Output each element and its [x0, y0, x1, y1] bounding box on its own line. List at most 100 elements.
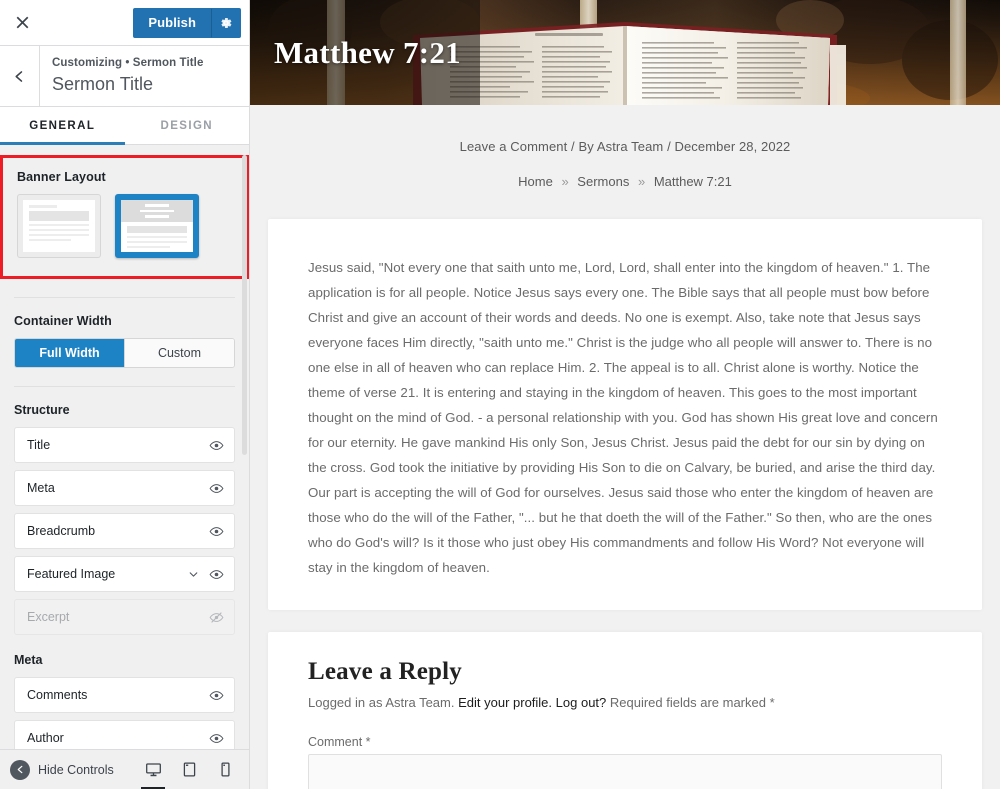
eye-off-icon[interactable]	[209, 610, 224, 625]
close-icon[interactable]	[0, 0, 45, 45]
tab-design[interactable]: DESIGN	[125, 107, 250, 144]
structure-item-label: Title	[27, 438, 51, 452]
desktop-preview-icon[interactable]	[139, 755, 167, 789]
thumb-title-bar	[29, 205, 57, 208]
eye-icon[interactable]	[209, 567, 224, 582]
thumb-line	[127, 246, 171, 248]
eye-icon[interactable]	[209, 731, 224, 746]
hide-controls-label: Hide Controls	[38, 762, 114, 777]
thumb-line	[127, 241, 187, 243]
banner-layout-options	[17, 194, 232, 258]
thumb-hero-line	[139, 209, 175, 213]
divider	[14, 386, 235, 387]
meta-item-author[interactable]: Author	[14, 720, 235, 749]
customizer-sidebar: Publish Customizing • Sermon Title Sermo…	[0, 0, 250, 789]
structure-item-label: Featured Image	[27, 567, 116, 581]
thumb-line	[29, 224, 89, 226]
banner-layout-option-1[interactable]	[17, 194, 101, 258]
publish-button[interactable]: Publish	[133, 7, 211, 38]
structure-item-label: Excerpt	[27, 610, 70, 624]
meta-section-label: Meta	[14, 653, 43, 667]
breadcrumb-current: Matthew 7:21	[653, 174, 732, 189]
banner-layout-option-2[interactable]	[115, 194, 199, 258]
panel-tabs: GENERAL DESIGN	[0, 107, 249, 145]
meta-item-label: Comments	[27, 688, 88, 702]
banner-layout-highlight: Banner Layout	[0, 155, 249, 279]
breadcrumb-separator: »	[637, 174, 646, 189]
comment-field-label: Comment *	[308, 735, 371, 749]
thumb-line	[29, 229, 89, 231]
breadcrumb-separator: »	[561, 174, 569, 189]
publish-group: Publish	[133, 7, 241, 39]
breadcrumb-sermons[interactable]: Sermons	[577, 174, 629, 189]
tab-general[interactable]: GENERAL	[0, 107, 125, 145]
tablet-preview-icon[interactable]	[175, 755, 203, 785]
eye-icon[interactable]	[209, 524, 224, 539]
thumb-line	[29, 234, 89, 236]
comment-textarea[interactable]	[308, 754, 942, 789]
chevron-left-icon[interactable]	[0, 46, 40, 106]
gear-icon[interactable]	[211, 7, 241, 38]
customizer-topbar: Publish	[0, 0, 249, 46]
panel-title-group: Customizing • Sermon Title Sermon Title	[40, 46, 203, 106]
structure-item-label: Breadcrumb	[27, 524, 96, 538]
structure-section-label: Structure	[14, 403, 70, 417]
thumb-line	[29, 239, 71, 241]
eye-icon[interactable]	[209, 688, 224, 703]
layout-thumb-2	[121, 200, 193, 252]
container-width-full[interactable]: Full Width	[15, 339, 125, 367]
edit-profile-link[interactable]: Edit your profile.	[458, 695, 552, 710]
sidebar-scroll-area: Banner Layout Container Width Full Width…	[0, 145, 249, 749]
page-title: Sermon Title	[52, 74, 154, 94]
meta-item-comments[interactable]: Comments	[14, 677, 235, 713]
mobile-preview-icon[interactable]	[211, 755, 239, 785]
thumb-block	[127, 226, 187, 233]
breadcrumb: Customizing • Sermon Title	[52, 57, 204, 69]
post-meta-zone: Leave a Comment / By Astra Team / Decemb…	[250, 105, 1000, 219]
breadcrumb-home[interactable]: Home	[518, 174, 553, 189]
article-body: Jesus said, "Not every one that saith un…	[308, 260, 938, 575]
customizer-footer: Hide Controls	[0, 749, 249, 789]
article-card: Jesus said, "Not every one that saith un…	[268, 219, 982, 610]
layout-thumb-1	[23, 200, 95, 252]
meta-item-label: Author	[27, 731, 64, 745]
banner-layout-label: Banner Layout	[17, 170, 106, 184]
eye-icon[interactable]	[209, 481, 224, 496]
eye-icon[interactable]	[209, 438, 224, 453]
device-preview-group	[139, 755, 239, 789]
banner-title: Matthew 7:21	[274, 34, 461, 70]
leave-a-reply-heading: Leave a Reply	[308, 658, 462, 685]
structure-item-title[interactable]: Title	[14, 427, 235, 463]
structure-item-featured-image[interactable]: Featured Image	[14, 556, 235, 592]
site-preview: Matthew 7:21 Leave a Comment / By Astra …	[250, 0, 1000, 789]
customizer-app: Publish Customizing • Sermon Title Sermo…	[0, 0, 1000, 789]
thumb-block	[29, 211, 89, 221]
preview-breadcrumb: Home » Sermons » Matthew 7:21	[250, 174, 1000, 189]
chevron-down-icon[interactable]	[188, 569, 199, 580]
banner-hero: Matthew 7:21	[250, 0, 1000, 105]
post-meta: Leave a Comment / By Astra Team / Decemb…	[459, 139, 791, 154]
thumb-hero-line	[144, 215, 170, 218]
logged-in-notice: Logged in as Astra Team. Edit your profi…	[308, 695, 942, 710]
structure-item-excerpt[interactable]: Excerpt	[14, 599, 235, 635]
collapse-icon	[10, 759, 30, 780]
logout-link[interactable]: Log out?	[556, 695, 607, 710]
thumb-body	[121, 222, 193, 252]
container-width-custom[interactable]: Custom	[125, 339, 234, 367]
structure-item-meta[interactable]: Meta	[14, 470, 235, 506]
thumb-hero-line	[144, 204, 170, 207]
hide-controls-button[interactable]: Hide Controls	[10, 759, 114, 780]
structure-item-breadcrumb[interactable]: Breadcrumb	[14, 513, 235, 549]
thumb-hero	[121, 200, 193, 222]
container-width-label: Container Width	[14, 314, 112, 328]
sidebar-scrollbar[interactable]	[242, 155, 247, 455]
required-fields-note: Required fields are marked *	[609, 695, 775, 710]
sidebar-content: Banner Layout Container Width Full Width…	[0, 155, 249, 749]
divider	[14, 297, 235, 298]
logged-in-prefix: Logged in as Astra Team.	[308, 695, 455, 710]
thumb-line	[127, 236, 187, 238]
customizer-panel-header: Customizing • Sermon Title Sermon Title	[0, 46, 249, 107]
container-width-control: Full Width Custom	[14, 338, 235, 368]
comment-form-card: Leave a Reply Logged in as Astra Team. E…	[268, 632, 982, 789]
structure-item-label: Meta	[27, 481, 55, 495]
